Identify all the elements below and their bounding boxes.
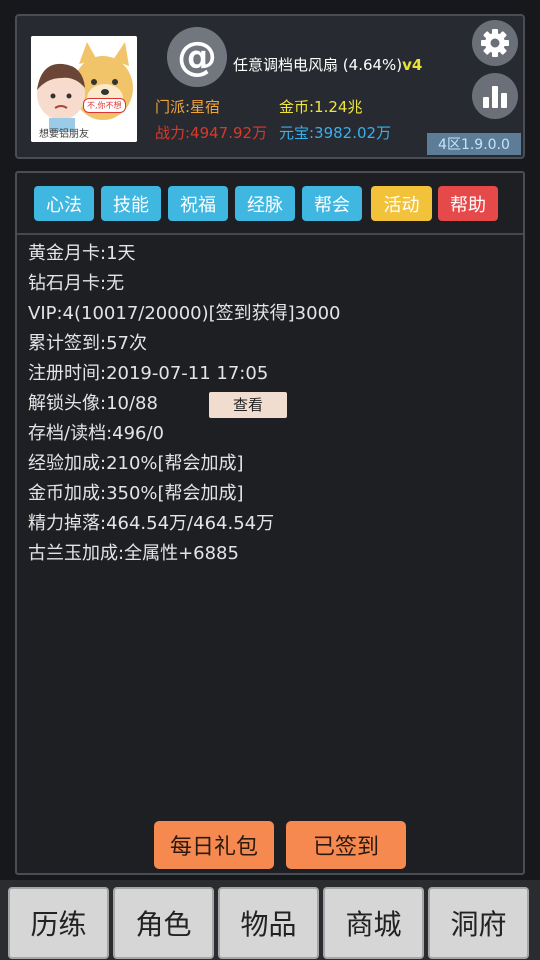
nav-character[interactable]: 角色 [113, 887, 214, 959]
info-gold-bonus: 金币加成:350%[帮会加成] [28, 483, 244, 504]
tab-guild[interactable]: 帮会 [302, 186, 362, 221]
power-stat: 战力:4947.92万 [155, 124, 268, 142]
nav-shop[interactable]: 商城 [323, 887, 424, 959]
tab-skills[interactable]: 技能 [101, 186, 161, 221]
info-gulan-jade-bonus: 古兰玉加成:全属性+6885 [28, 543, 239, 564]
tab-help[interactable]: 帮助 [438, 186, 498, 221]
nav-training[interactable]: 历练 [8, 887, 109, 959]
info-diamond-monthly-card: 钻石月卡:无 [28, 273, 125, 294]
sect-stat: 门派:星宿 [155, 98, 221, 116]
bar-chart-icon [483, 86, 507, 108]
tab-blessing[interactable]: 祝福 [168, 186, 228, 221]
info-exp-bonus: 经验加成:210%[帮会加成] [28, 453, 244, 474]
info-unlocked-avatars: 解锁头像:10/88 [28, 393, 158, 414]
tab-events[interactable]: 活动 [371, 186, 432, 221]
daily-gift-button[interactable]: 每日礼包 [154, 821, 274, 869]
info-panel: 心法 技能 祝福 经脉 帮会 活动 帮助 黄金月卡:1天 钻石月卡:无 VIP:… [15, 171, 525, 875]
signed-in-button[interactable]: 已签到 [286, 821, 406, 869]
player-name: 任意调档电风扇 [233, 56, 339, 74]
mention-button[interactable]: @ [167, 27, 227, 87]
player-avatar[interactable]: 不,你不想 想要铝朋友 [31, 36, 137, 142]
info-save-load: 存档/读档:496/0 [28, 423, 165, 444]
tab-meridian[interactable]: 经脉 [235, 186, 295, 221]
gear-icon [481, 29, 509, 57]
view-avatars-button[interactable]: 查看 [209, 392, 287, 418]
tab-xinfa[interactable]: 心法 [34, 186, 94, 221]
at-icon: @ [177, 34, 217, 80]
settings-button[interactable] [472, 20, 518, 66]
server-version-badge: 4区1.9.0.0 [427, 133, 521, 155]
info-unlocked-avatars-row: 解锁头像:10/88 查看 [28, 389, 340, 419]
info-vip: VIP:4(10017/20000)[签到获得]3000 [28, 303, 341, 324]
player-header: 不,你不想 想要铝朋友 任意调档电风扇 (4.64%)v4 门派:星宿 金币:1… [15, 14, 525, 159]
nav-items[interactable]: 物品 [218, 887, 319, 959]
account-info-list: 黄金月卡:1天 钻石月卡:无 VIP:4(10017/20000)[签到获得]3… [28, 239, 340, 569]
info-total-signins: 累计签到:57次 [28, 333, 147, 354]
info-register-time: 注册时间:2019-07-11 17:05 [28, 363, 269, 384]
vip-level: v4 [402, 56, 423, 74]
avatar-caption: 想要铝朋友 [39, 129, 89, 140]
gold-stat: 金币:1.24兆 [279, 98, 363, 116]
yuanbao-stat: 元宝:3982.02万 [279, 124, 392, 142]
statistics-button[interactable] [472, 73, 518, 119]
player-name-line: 任意调档电风扇 (4.64%)v4 [233, 54, 422, 75]
bottom-navigation: 历练 角色 物品 商城 洞府 [0, 880, 540, 960]
player-progress-percent: (4.64%) [342, 56, 403, 74]
nav-cave-dwelling[interactable]: 洞府 [428, 887, 529, 959]
tab-bar: 心法 技能 祝福 经脉 帮会 活动 帮助 [17, 173, 523, 235]
info-gold-monthly-card: 黄金月卡:1天 [28, 243, 136, 264]
info-energy-drop: 精力掉落:464.54万/464.54万 [28, 513, 275, 534]
avatar-speech-bubble: 不,你不想 [83, 98, 126, 113]
